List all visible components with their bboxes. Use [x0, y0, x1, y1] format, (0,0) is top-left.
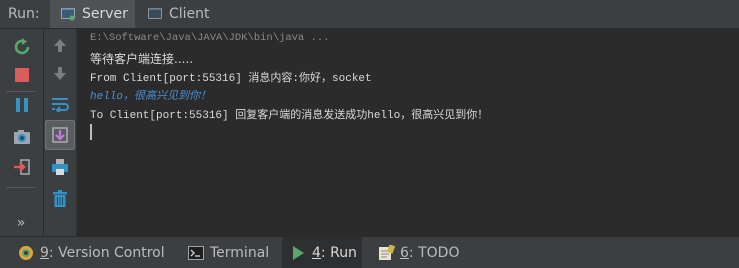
- version-control-icon: [18, 245, 34, 261]
- text-cursor: [90, 124, 92, 140]
- todo-icon: [378, 244, 396, 261]
- console-line: To Client[port:55316] 回复客户端的消息发送成功hello，…: [90, 110, 489, 122]
- trash-icon: [53, 190, 67, 207]
- print-button[interactable]: [48, 155, 72, 179]
- exit-icon: [14, 159, 30, 175]
- tab-terminal-label: Terminal: [210, 245, 270, 261]
- tab-server-label: Server: [82, 6, 128, 22]
- run-tool-window: Run: Server Client » E:\Software\Java\JA…: [0, 0, 739, 268]
- run-tabs-bar: Run: Server Client: [0, 0, 739, 29]
- console-actions-toolbar: [44, 29, 77, 236]
- soft-wrap-button[interactable]: [48, 92, 72, 116]
- rerun-button[interactable]: [10, 35, 34, 59]
- tab-todo[interactable]: 6 : TODO: [370, 237, 465, 268]
- tab-server[interactable]: Server: [50, 0, 135, 28]
- toolbar-divider: [6, 91, 36, 92]
- run-icon: [290, 245, 306, 261]
- soft-wrap-icon: [52, 98, 69, 112]
- tab-todo-label: : TODO: [408, 245, 460, 261]
- tab-run-number: 4: [312, 245, 321, 261]
- application-config-icon: [147, 7, 163, 21]
- scroll-to-end-icon: [52, 127, 68, 143]
- tab-version-control-number: 9: [40, 245, 49, 261]
- scroll-down-button[interactable]: [48, 62, 72, 86]
- pause-icon: [16, 98, 28, 112]
- terminal-icon: [188, 245, 204, 261]
- exit-button[interactable]: [10, 155, 34, 179]
- arrow-up-icon: [54, 39, 66, 52]
- tab-terminal[interactable]: Terminal: [180, 237, 275, 268]
- console-output[interactable]: E:\Software\Java\JAVA\JDK\bin\java ... 等…: [77, 29, 739, 236]
- printer-icon: [52, 159, 68, 175]
- scroll-to-end-button[interactable]: [45, 120, 75, 150]
- rerun-icon: [14, 38, 30, 55]
- tab-run-label: : Run: [320, 245, 357, 261]
- arrow-down-icon: [54, 67, 66, 80]
- tab-todo-number: 6: [400, 245, 409, 261]
- stop-icon: [15, 68, 29, 82]
- camera-icon: [14, 130, 30, 144]
- toolbar-divider: [6, 187, 36, 188]
- tab-run[interactable]: 4 : Run: [282, 237, 362, 268]
- more-actions-button[interactable]: »: [9, 211, 33, 235]
- tab-version-control[interactable]: 9 : Version Control: [10, 237, 175, 268]
- clear-all-button[interactable]: [48, 187, 72, 211]
- pause-button[interactable]: [10, 93, 34, 117]
- run-actions-toolbar: »: [0, 29, 44, 236]
- command-line: E:\Software\Java\JAVA\JDK\bin\java ...: [90, 32, 330, 44]
- tool-window-bar: 9 : Version Control Terminal 4 : Run 6:…: [0, 236, 739, 268]
- run-label: Run:: [8, 6, 40, 22]
- application-config-icon: [60, 7, 76, 21]
- console-line: From Client[port:55316] 消息内容:你好，socket: [90, 73, 372, 85]
- tab-version-control-label: : Version Control: [48, 245, 165, 261]
- tab-client-label: Client: [169, 6, 210, 22]
- console-line: 等待客户端连接.....: [90, 52, 194, 66]
- dump-threads-button[interactable]: [10, 125, 34, 149]
- tab-client[interactable]: Client: [137, 0, 219, 28]
- scroll-up-button[interactable]: [48, 33, 72, 57]
- stop-button[interactable]: [10, 63, 34, 87]
- console-line-input: hello，很高兴见到你！: [90, 91, 212, 103]
